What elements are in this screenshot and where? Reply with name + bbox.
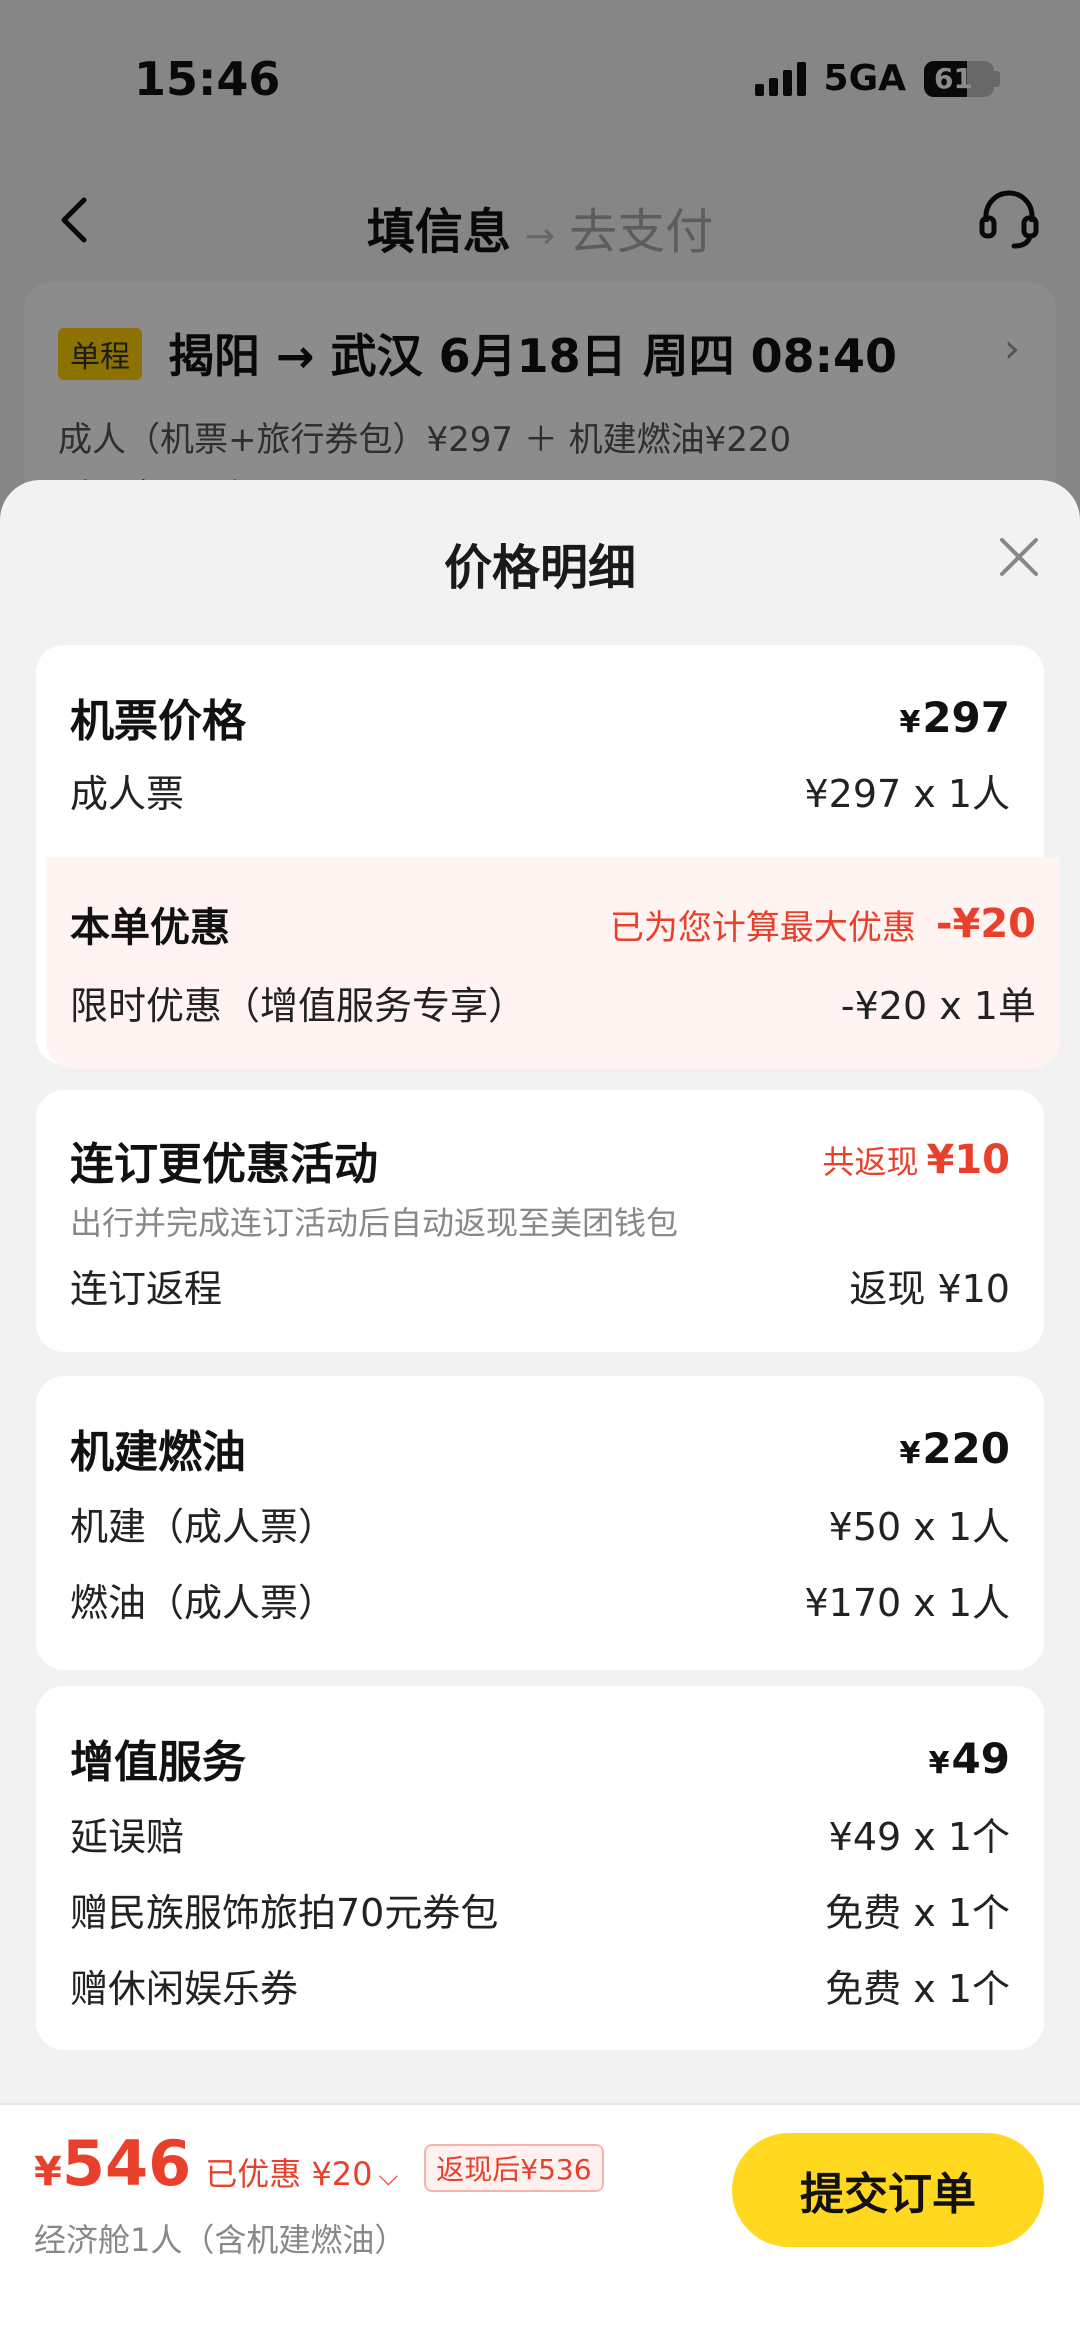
activity-note: 出行并完成连订活动后自动返现至美团钱包	[70, 1204, 679, 1242]
cashback-label: 共返现	[822, 1143, 919, 1181]
ticket-price-card: 机票价格 ¥297 成人票 ¥297 x 1人 本单优惠 已为您计算最大优惠 -…	[36, 645, 1060, 1069]
adult-ticket-value: ¥297 x 1人	[804, 772, 1010, 816]
fuel-amount: ¥220	[899, 1423, 1010, 1473]
discount-note: 已为您计算最大优惠	[609, 907, 916, 948]
discount-title: 本单优惠	[70, 905, 230, 951]
price-detail-sheet: 价格明细 机票价格 ¥297 成人票 ¥297 x 1人 本单优惠 已为您计算最…	[0, 480, 1080, 2341]
ticket-price-title: 机票价格	[70, 696, 246, 747]
airport-fee-value: ¥50 x 1人	[828, 1505, 1010, 1549]
service-item-value: ¥49 x 1个	[828, 1815, 1010, 1859]
services-title: 增值服务	[70, 1737, 246, 1788]
fuel-card: 机建燃油 ¥220 机建（成人票） ¥50 x 1人 燃油（成人票） ¥170 …	[36, 1376, 1044, 1670]
return-trip-value: 返现 ¥10	[849, 1267, 1010, 1311]
cashback-amount: ¥10	[926, 1137, 1011, 1183]
activity-title: 连订更优惠活动	[70, 1139, 378, 1190]
close-icon[interactable]	[994, 532, 1044, 582]
service-item-label: 延误赔	[70, 1815, 185, 1859]
ticket-price-amount: ¥297	[899, 692, 1010, 742]
saved-amount: 已优惠 ¥20	[205, 2155, 373, 2193]
submit-order-button[interactable]: 提交订单	[732, 2133, 1044, 2247]
limited-discount-value: -¥20 x 1单	[840, 984, 1036, 1028]
cashback-tag: 返现后¥536	[424, 2144, 604, 2192]
chevron-down-icon[interactable]: ⌵	[379, 2162, 399, 2193]
discount-amount: -¥20	[935, 901, 1036, 947]
activity-card: 连订更优惠活动 共返现 ¥10 出行并完成连订活动后自动返现至美团钱包 连订返程…	[36, 1090, 1044, 1352]
value-added-services-card: 增值服务 ¥49 延误赔 ¥49 x 1个 赠民族服饰旅拍70元券包 免费 x …	[36, 1686, 1044, 2050]
discount-panel: 本单优惠 已为您计算最大优惠 -¥20 限时优惠（增值服务专享） -¥20 x …	[46, 857, 1060, 1069]
service-item-value: 免费 x 1个	[825, 1967, 1010, 2011]
checkout-footer: ¥ 546 已优惠 ¥20 ⌵ 返现后¥536 经济舱1人（含机建燃油） 提交订…	[0, 2103, 1080, 2341]
service-item-label: 赠民族服饰旅拍70元券包	[70, 1891, 499, 1935]
service-item-label: 赠休闲娱乐券	[70, 1967, 299, 2011]
fuel-title: 机建燃油	[70, 1427, 246, 1478]
limited-discount-label: 限时优惠（增值服务专享）	[70, 984, 527, 1028]
total-currency: ¥	[34, 2149, 62, 2195]
fuel-fee-label: 燃油（成人票）	[70, 1581, 337, 1625]
airport-fee-label: 机建（成人票）	[70, 1505, 337, 1549]
total-block[interactable]: ¥ 546 已优惠 ¥20 ⌵ 返现后¥536	[34, 2127, 604, 2200]
services-amount: ¥49	[928, 1733, 1010, 1783]
total-amount: 546	[61, 2127, 192, 2200]
return-trip-label: 连订返程	[70, 1267, 223, 1311]
sheet-title: 价格明细	[443, 540, 636, 596]
fuel-fee-value: ¥170 x 1人	[804, 1581, 1010, 1625]
cabin-summary: 经济舱1人（含机建燃油）	[34, 2221, 407, 2259]
adult-ticket-label: 成人票	[70, 772, 185, 816]
service-item-value: 免费 x 1个	[825, 1891, 1010, 1935]
sheet-header: 价格明细	[0, 480, 1080, 630]
